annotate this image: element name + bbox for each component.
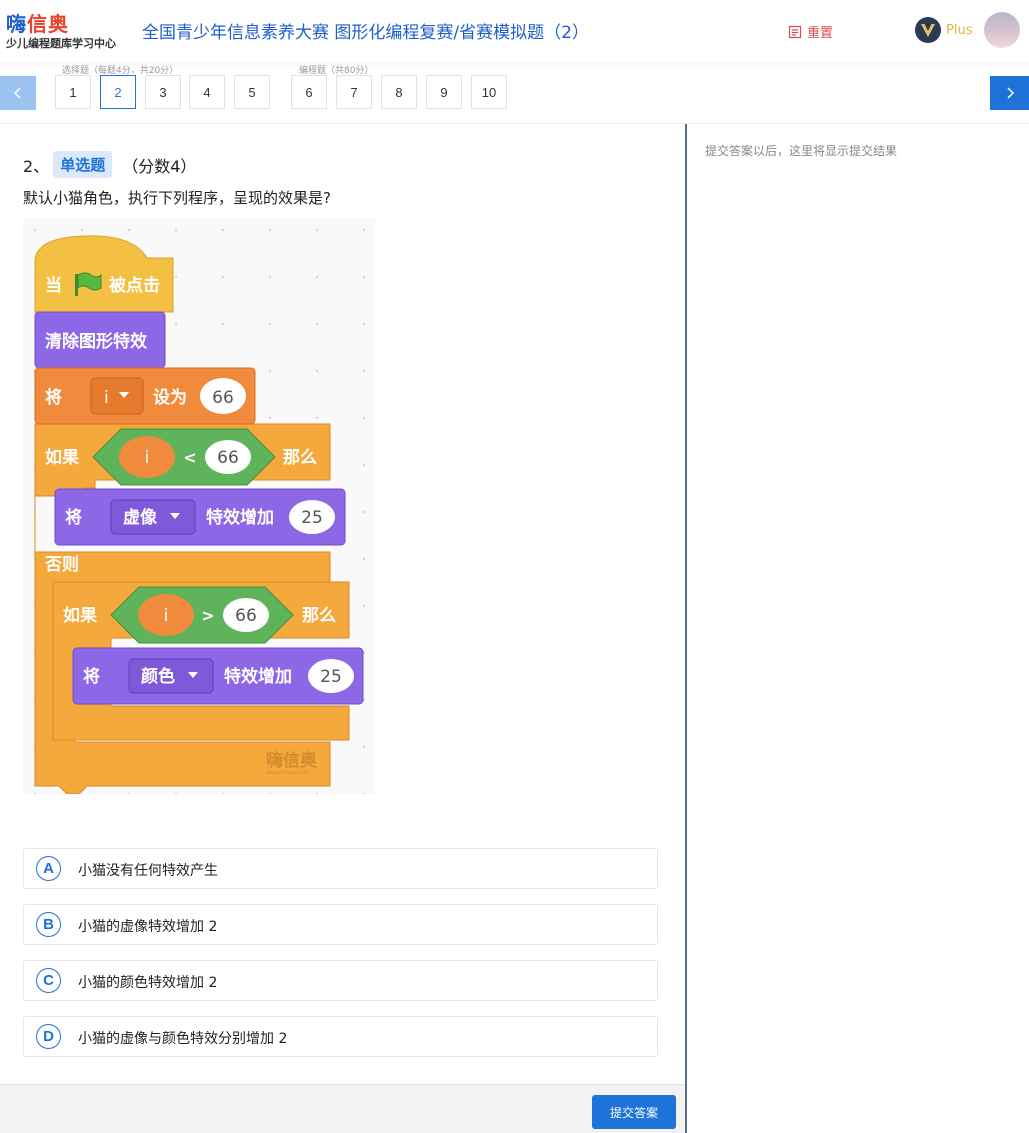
- block-effect1-text: 虚像: [123, 508, 158, 528]
- answer-option-b[interactable]: B 小猫的虚像特效增加 2: [23, 904, 658, 945]
- bottom-action-bar: 提交答案: [0, 1084, 685, 1133]
- question-button-7[interactable]: 7: [336, 75, 372, 109]
- logo-char-1: 嗨: [6, 12, 27, 36]
- user-avatar[interactable]: [984, 12, 1020, 48]
- question-button-10[interactable]: 10: [471, 75, 507, 109]
- block-set-text: 将: [45, 387, 62, 408]
- logo-subtitle: 少儿编程题库学习中心: [6, 37, 116, 50]
- question-number: 2、: [23, 156, 50, 176]
- submit-answer-button[interactable]: 提交答案: [592, 1095, 676, 1129]
- block-if-text: 如果: [45, 447, 79, 468]
- block-set-value: 66: [212, 388, 234, 408]
- reset-label: 重置: [807, 26, 834, 41]
- question-text: 默认小猫角色，执行下列程序，呈现的效果是?: [23, 189, 331, 207]
- block-clicked-text: 被点击: [109, 275, 160, 296]
- question-header: 2、 单选题 （分数4）: [23, 151, 196, 178]
- option-text: 小猫的虚像特效增加 2: [78, 919, 218, 935]
- block-lt-operator: <: [183, 448, 196, 467]
- next-question-button[interactable]: [990, 76, 1029, 110]
- reset-button[interactable]: 重置: [788, 22, 833, 41]
- question-button-6[interactable]: 6: [291, 75, 327, 109]
- question-button-3[interactable]: 3: [145, 75, 181, 109]
- block-set-to-text: 设为: [153, 387, 187, 408]
- chevron-right-icon: [1006, 87, 1014, 99]
- logo-char-2: 信奥: [27, 12, 69, 36]
- vip-badge-icon: [915, 17, 941, 43]
- block-change-text: 将: [65, 507, 82, 528]
- block-change-by-text: 特效增加: [206, 507, 274, 528]
- vip-plus-badge[interactable]: Plus: [914, 16, 972, 44]
- option-text: 小猫没有任何特效产生: [78, 863, 218, 879]
- block-amount1: 25: [301, 508, 323, 528]
- scratch-code-image: 当 被点击 清除图形特效 将 i 设为 66 如果 i < 66 那么 将 虚像…: [23, 218, 375, 795]
- option-text: 小猫的虚像与颜色特效分别增加 2: [78, 1031, 288, 1047]
- question-button-5[interactable]: 5: [234, 75, 270, 109]
- top-header: 嗨信奥 少儿编程题库学习中心 全国青少年信息素养大赛 图形化编程复赛/省赛模拟题…: [0, 0, 1029, 62]
- question-type-badge: 单选题: [53, 151, 113, 178]
- option-letter: A: [36, 856, 61, 881]
- block-if2-value: 66: [235, 606, 257, 626]
- option-letter: C: [36, 968, 61, 993]
- question-button-8[interactable]: 8: [381, 75, 417, 109]
- question-button-4[interactable]: 4: [189, 75, 225, 109]
- block-effect2-text: 颜色: [141, 666, 175, 687]
- app-root: 嗨信奥 少儿编程题库学习中心 全国青少年信息素养大赛 图形化编程复赛/省赛模拟题…: [0, 0, 1029, 1133]
- chevron-left-icon: [13, 87, 21, 99]
- result-pane: 提交答案以后，这里将显示提交结果: [687, 124, 1029, 1133]
- reset-icon: [788, 25, 802, 38]
- scratch-program: 当 被点击 清除图形特效 将 i 设为 66 如果 i < 66 那么 将 虚像…: [23, 218, 375, 795]
- watermark-url: www.hixinao.com: [266, 770, 310, 776]
- block-when-text: 当: [45, 275, 62, 296]
- question-button-1[interactable]: 1: [55, 75, 91, 109]
- block-else-text: 否则: [44, 554, 79, 575]
- question-button-9[interactable]: 9: [426, 75, 462, 109]
- logo-wordmark: 嗨信奥: [6, 8, 69, 37]
- option-letter: D: [36, 1024, 61, 1049]
- plus-label: Plus: [946, 22, 973, 38]
- block-clear-effects-text: 清除图形特效: [45, 331, 147, 352]
- block-if2-var: i: [164, 606, 169, 626]
- question-button-2[interactable]: 2: [100, 75, 136, 109]
- question-score: （分数4）: [122, 156, 197, 176]
- block-change2-text: 将: [83, 666, 100, 687]
- block-if-var: i: [145, 448, 150, 468]
- block-if2-text: 如果: [63, 605, 97, 626]
- block-var-dropdown-text: i: [104, 388, 109, 408]
- block-change-by2-text: 特效增加: [224, 666, 292, 687]
- option-text: 小猫的颜色特效增加 2: [78, 975, 218, 991]
- block-amount2: 25: [320, 667, 342, 687]
- question-pane: 2、 单选题 （分数4） 默认小猫角色，执行下列程序，呈现的效果是? 当 被点击…: [0, 124, 686, 1084]
- block-then2-text: 那么: [302, 606, 336, 626]
- answer-option-c[interactable]: C 小猫的颜色特效增加 2: [23, 960, 658, 1001]
- site-logo[interactable]: 嗨信奥 少儿编程题库学习中心: [6, 8, 126, 52]
- page-title: 全国青少年信息素养大赛 图形化编程复赛/省赛模拟题（2）: [142, 23, 589, 43]
- block-gt-operator: >: [201, 606, 214, 625]
- question-navigator: 选择题（每题4分，共20分） 编程题（共80分） 1 2 3 4 5 6 7 8 9 10: [0, 62, 1029, 124]
- answer-option-a[interactable]: A 小猫没有任何特效产生: [23, 848, 658, 889]
- prev-question-button[interactable]: [0, 76, 36, 110]
- watermark-text: 嗨信奥: [266, 750, 318, 771]
- result-hint: 提交答案以后，这里将显示提交结果: [705, 144, 898, 158]
- block-if-value: 66: [217, 448, 239, 468]
- block-then-text: 那么: [283, 448, 317, 468]
- answer-option-d[interactable]: D 小猫的虚像与颜色特效分别增加 2: [23, 1016, 658, 1057]
- option-letter: B: [36, 912, 61, 937]
